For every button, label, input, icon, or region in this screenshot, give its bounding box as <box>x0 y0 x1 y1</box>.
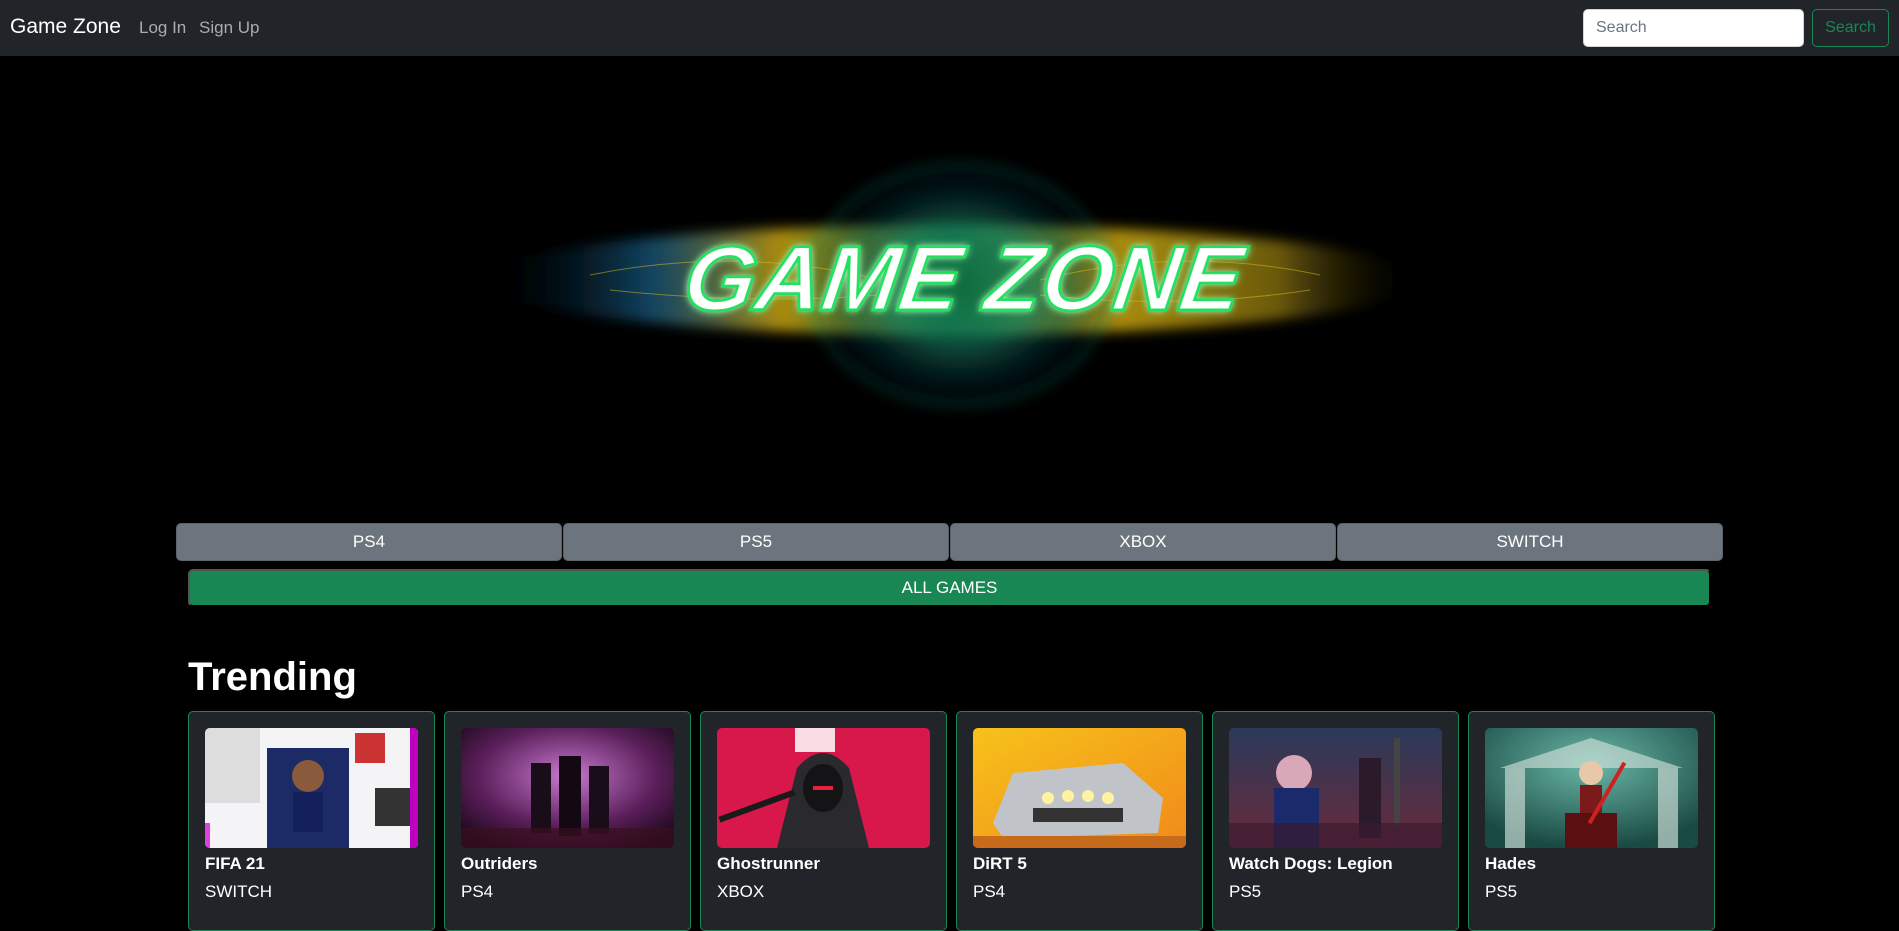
platform-button-switch[interactable]: SWITCH <box>1337 523 1723 561</box>
all-games-button[interactable]: ALL GAMES <box>188 569 1711 607</box>
game-platform: PS4 <box>973 882 1006 901</box>
game-cover-image <box>461 728 674 848</box>
hero-logo-text: GAME ZONE <box>678 226 1252 329</box>
hero-logo-graphic: GAME ZONE <box>480 150 1420 420</box>
platform-button-ps5[interactable]: PS5 <box>563 523 949 561</box>
game-cover-image <box>1485 728 1698 848</box>
game-title: Hades <box>1485 854 1537 873</box>
brand-link[interactable]: Game Zone <box>10 15 121 39</box>
trending-cards: FIFA 21 SWITCH Outriders PS4 Ghostrunner… <box>188 711 1715 931</box>
platform-filter-bar: PS4 PS5 XBOX SWITCH <box>176 523 1723 561</box>
game-card[interactable]: FIFA 21 SWITCH <box>188 711 435 931</box>
search-button[interactable]: Search <box>1812 9 1889 47</box>
platform-button-ps4[interactable]: PS4 <box>176 523 562 561</box>
game-card[interactable]: Ghostrunner XBOX <box>700 711 947 931</box>
game-platform: PS5 <box>1485 882 1518 901</box>
game-card[interactable]: DiRT 5 PS4 <box>956 711 1203 931</box>
search-input[interactable] <box>1583 9 1804 47</box>
game-title: Outriders <box>461 854 538 873</box>
game-cover-image <box>973 728 1186 848</box>
game-cover-image <box>717 728 930 848</box>
hero-logo: GAME ZONE <box>440 105 1460 455</box>
platform-button-xbox[interactable]: XBOX <box>950 523 1336 561</box>
game-card[interactable]: Hades PS5 <box>1468 711 1715 931</box>
game-cover-image <box>205 728 418 848</box>
trending-heading: Trending <box>188 655 357 699</box>
game-platform: XBOX <box>717 882 765 901</box>
game-cover-image <box>1229 728 1442 848</box>
game-card[interactable]: Outriders PS4 <box>444 711 691 931</box>
game-title: FIFA 21 <box>205 854 265 873</box>
navbar: Game Zone Log In Sign Up Search <box>0 0 1899 56</box>
game-platform: SWITCH <box>205 882 273 901</box>
game-card[interactable]: Watch Dogs: Legion PS5 <box>1212 711 1459 931</box>
game-platform: PS4 <box>461 882 494 901</box>
game-title: Ghostrunner <box>717 854 820 873</box>
game-platform: PS5 <box>1229 882 1262 901</box>
login-link[interactable]: Log In <box>139 18 186 38</box>
game-title: Watch Dogs: Legion <box>1229 854 1393 873</box>
signup-link[interactable]: Sign Up <box>199 18 259 38</box>
game-title: DiRT 5 <box>973 854 1027 873</box>
